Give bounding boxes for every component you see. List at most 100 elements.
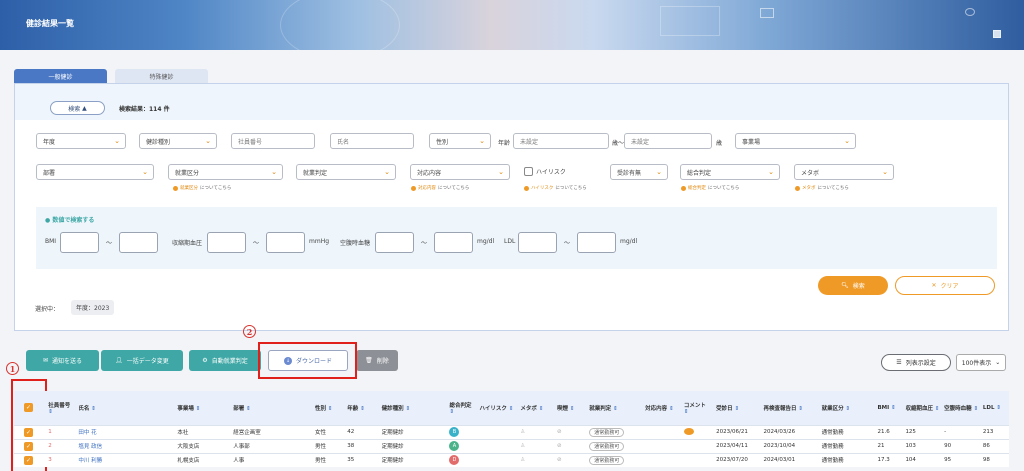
sbp-min-input[interactable] [207,232,246,253]
col-exam-type[interactable]: 健診種別 ⇕ [380,391,448,425]
col-emp-no[interactable]: 社員番号 ⇕ [46,391,76,425]
search-toggle-button[interactable]: 検索 ▲ [50,101,105,115]
cell-sbp: 103 [905,443,916,449]
per-page-select[interactable]: 100件表示 ⌄ [956,354,1006,371]
no-smoking-icon: ⊘ [556,457,562,464]
row-checkbox[interactable]: ✓ [24,455,33,465]
cell-exam-date: 2023/07/20 [716,457,748,464]
no-smoking-icon: ⊘ [556,429,562,435]
decor-square [993,30,1001,38]
cell-dept: 人事 [233,458,245,465]
col-work-class[interactable]: 就業区分 ⇕ [820,391,876,425]
table-row[interactable]: ✓ 1 田中 花本社 経営企画室 女性 42 定期健診 B ♙ ⊘ 通常勤務可 2023/06/21 2… [14,425,1009,439]
response-hint[interactable]: 対応内容 についてこちら [411,185,469,191]
bmi-max-input[interactable] [119,232,158,253]
col-sbp[interactable]: 収縮期血圧 ⇕ [903,391,942,425]
cell-name-link[interactable]: 田中 花 [76,425,175,439]
chevron-down-icon: ⌄ [384,168,390,176]
col-glucose[interactable]: 空腹時血糖 ⇕ [942,391,981,425]
sort-icon: ⇕ [506,405,514,412]
sort-icon: ⇕ [796,405,804,412]
col-reexam-date[interactable]: 再検査報告日 ⇕ [761,391,819,425]
col-exam-date[interactable]: 受診日 ⇕ [714,391,761,425]
col-office[interactable]: 事業場 ⇕ [175,391,231,425]
col-dept[interactable]: 部署 ⇕ [231,391,313,425]
office-select[interactable]: 事業場 ⌄ [735,133,856,149]
result-count: 検索結果：114 件 [119,106,170,113]
cell-high-risk [478,425,519,439]
exam-type-select[interactable]: 健診種別 ⌄ [139,133,217,149]
cell-gender: 男性 [315,458,327,465]
col-high-risk[interactable]: ハイリスク ⇕ [478,391,519,425]
column-settings-button[interactable]: ☰ 列表示設定 [881,354,951,371]
table-row[interactable]: ✓ 2 塩見 政信 大阪支店 人事部 男性 38 定期健診 A ♙ ⊘ 通常勤務可 2023/04/11… [14,439,1009,453]
high-risk-hint[interactable]: ハイリスク についてこちら [524,185,587,191]
name-input[interactable]: 氏名 [330,133,414,149]
metabo-select[interactable]: メタボ ⌄ [794,164,894,180]
ldl-min-input[interactable] [518,232,557,253]
year-select[interactable]: 年度 ⌄ [36,133,126,149]
col-age[interactable]: 年齢 ⇕ [345,391,379,425]
sbp-max-input[interactable] [266,232,305,253]
glucose-min-input[interactable] [375,232,414,253]
high-risk-checkbox[interactable]: ハイリスク [524,167,566,176]
ldl-max-input[interactable] [577,232,616,253]
chevron-down-icon: ⌄ [479,137,485,145]
search-button[interactable]: 🔍︎ 検索 [818,276,888,295]
overall-grade-badge: B [449,427,460,437]
cell-name-link[interactable]: 塩見 政信 [76,439,175,453]
cell-sbp: 125 [905,429,916,435]
cell-exam-type: 定期健診 [381,444,404,450]
comment-icon[interactable] [683,427,694,435]
bmi-min-input[interactable] [60,232,99,253]
close-icon: ✕ [931,282,937,289]
tab-general-exam[interactable]: 一般健診 [14,69,107,83]
attended-select[interactable]: 受診有無 ⌄ [610,164,668,180]
auto-judge-button[interactable]: ⚙ 自動就業判定 [189,350,261,371]
age-from-input[interactable]: 未設定 [513,133,609,149]
col-work-judge[interactable]: 就業判定 ⇕ [587,391,643,425]
cell-bmi: 21 [877,443,885,449]
col-overall[interactable]: 総合判定 ⇕ [447,391,477,425]
col-bmi[interactable]: BMI ⇕ [875,391,903,425]
delete-button[interactable]: 🗑︎ 削除 [356,350,398,371]
age-to-input[interactable]: 未設定 [624,133,712,149]
table-row[interactable]: ✓ 3 中川 利勝 札幌支店 人事 男性 35 定期健診 D ♙ ⊘ 通常勤務可 2023/07/20 2… [14,453,1009,467]
department-select[interactable]: 部署 ⌄ [36,164,154,180]
col-name[interactable]: 氏名 ⇕ [76,391,175,425]
col-response[interactable]: 対応内容 ⇕ [643,391,682,425]
sort-icon: ⇕ [732,405,740,412]
cell-work-class: 通常勤務 [821,430,844,436]
work-class-hint[interactable]: 就業区分 についてこちら [173,185,231,191]
work-class-select[interactable]: 就業区分 ⌄ [168,164,283,180]
results-table: ✓ 社員番号 ⇕ 氏名 ⇕ 事業場 ⇕ 部署 ⇕ 性別 ⇕ 年齢 ⇕ 健診種別 … [14,391,1009,467]
metabo-hint[interactable]: メタボ についてこちら [795,185,849,191]
col-comment[interactable]: コメント ⇕ [682,391,714,425]
overall-select[interactable]: 総合判定 ⌄ [680,164,780,180]
row-checkbox[interactable]: ✓ [24,441,33,451]
glucose-max-input[interactable] [434,232,473,253]
bulk-change-button[interactable]: 👤︎ 一括データ変更 [101,350,183,371]
cell-exam-type: 定期健診 [381,458,404,465]
cell-bmi: 17.3 [877,457,890,464]
employee-no-input[interactable]: 社員番号 [231,133,315,149]
row-checkbox[interactable]: ✓ [24,427,33,437]
select-all-checkbox[interactable]: ✓ [24,403,33,413]
gender-select[interactable]: 性別 ⌄ [429,133,491,149]
cell-dept: 人事部 [233,444,250,450]
clear-button[interactable]: ✕ クリア [895,276,995,295]
question-icon [795,185,800,191]
col-gender[interactable]: 性別 ⇕ [313,391,345,425]
col-ldl[interactable]: LDL ⇕ [981,391,1009,425]
col-smoking[interactable]: 喫煙 ⇕ [555,391,587,425]
person-icon: ♙ [520,429,526,435]
work-judgement-select[interactable]: 就業判定 ⌄ [296,164,396,180]
selected-filter-chip[interactable]: 年度：2023 [71,300,115,315]
sort-icon: ⇕ [683,408,689,415]
tab-special-exam[interactable]: 特殊健診 [115,69,208,83]
col-metabo[interactable]: メタボ ⇕ [518,391,555,425]
notify-button[interactable]: ✉ 通知を送る [26,350,99,371]
overall-hint[interactable]: 総合判定 についてこちら [681,185,739,191]
cell-name-link[interactable]: 中川 利勝 [76,453,175,467]
response-select[interactable]: 対応内容 ⌄ [410,164,510,180]
